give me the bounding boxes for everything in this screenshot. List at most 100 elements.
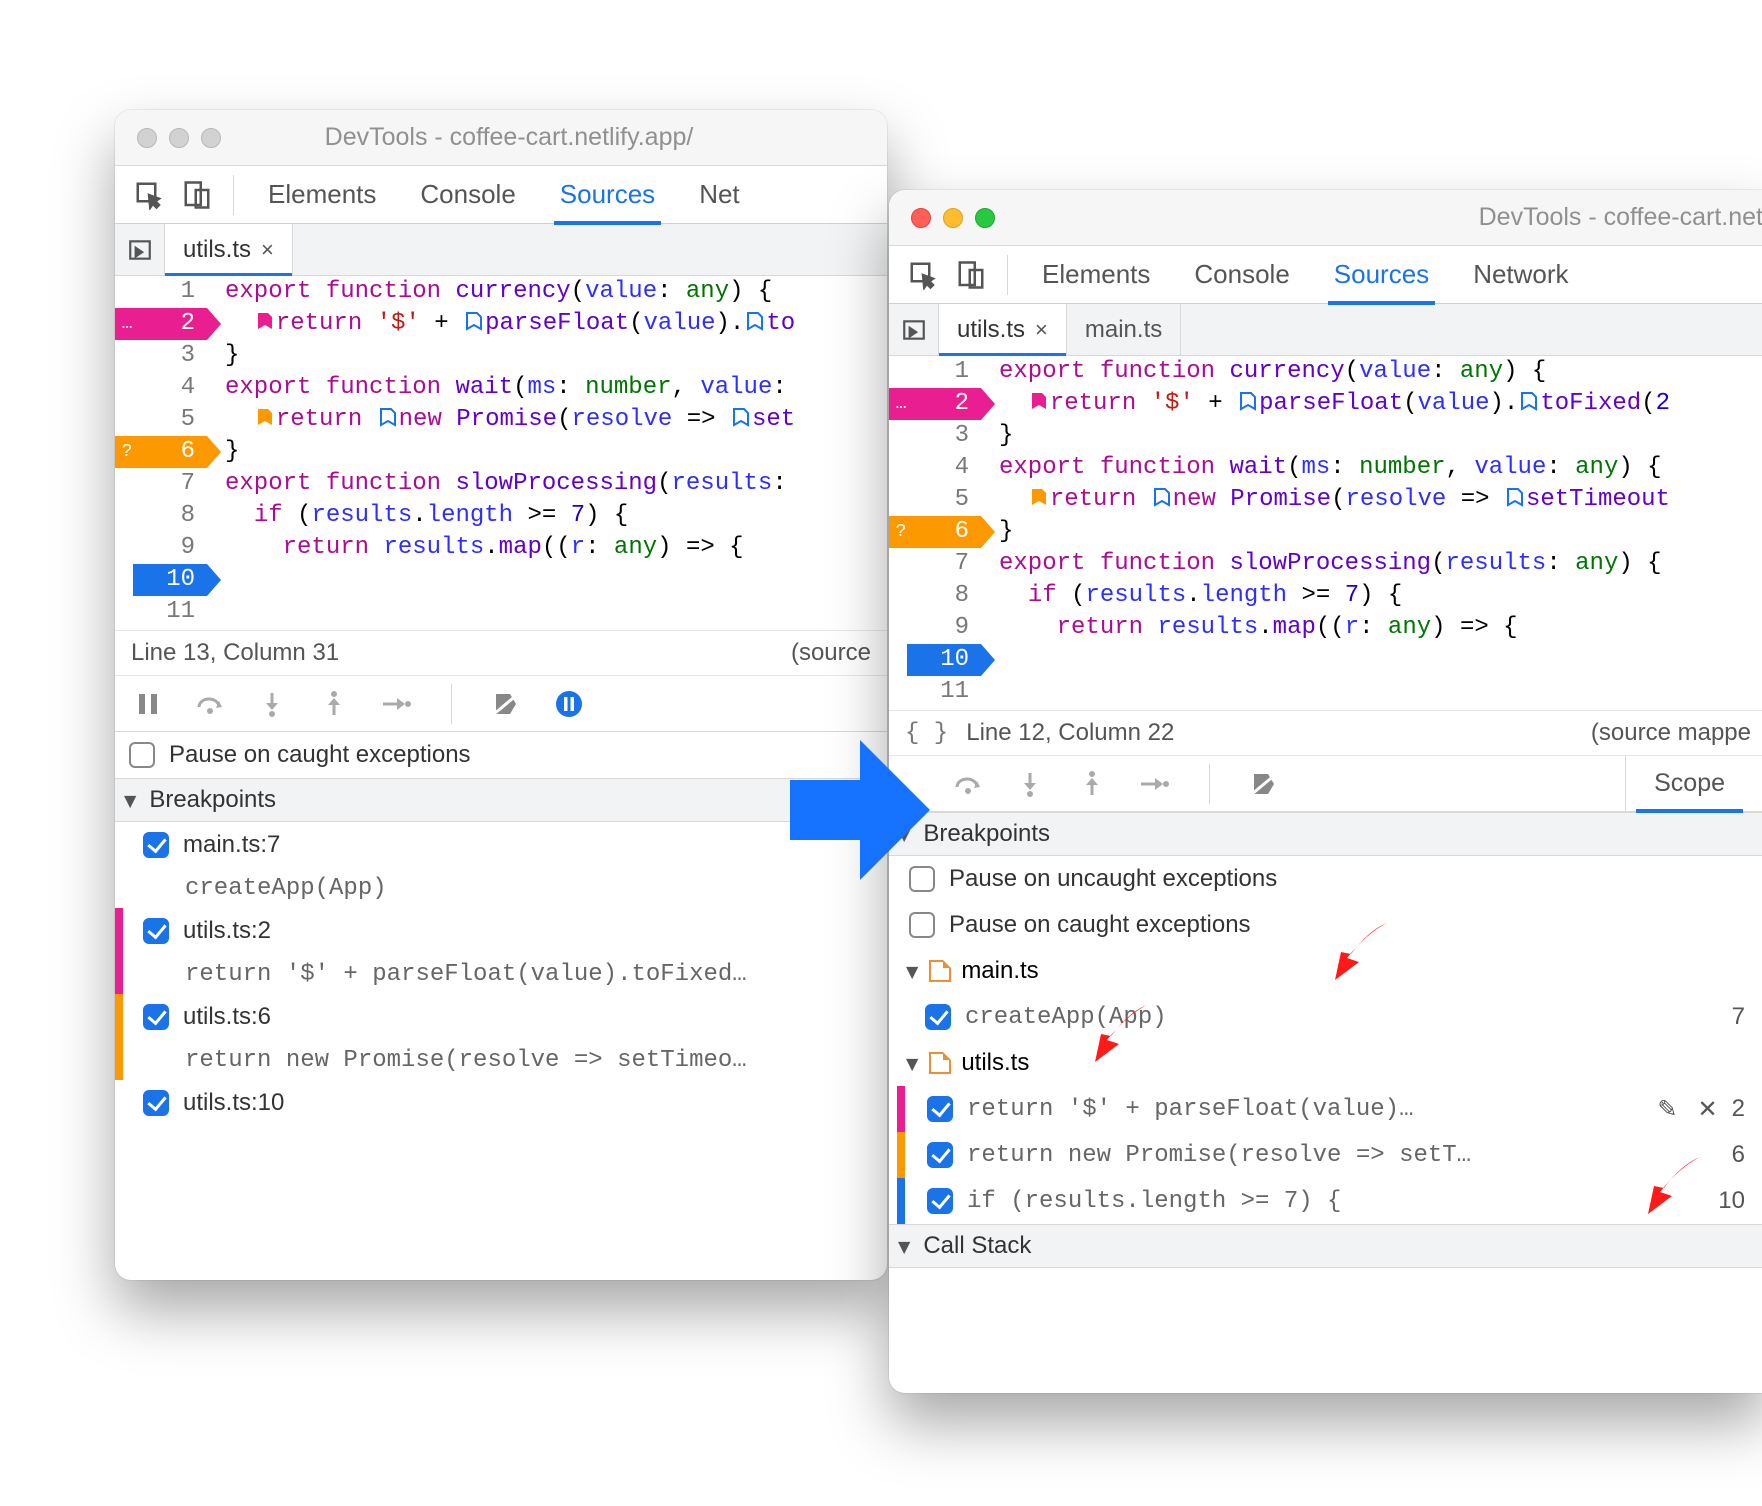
checkbox-unchecked[interactable] xyxy=(129,742,155,768)
tab-console[interactable]: Console xyxy=(1172,246,1311,304)
code-line[interactable]: return '$' + parseFloat(value).to xyxy=(225,308,887,340)
code-line[interactable]: } xyxy=(999,516,1762,548)
step-over-icon[interactable] xyxy=(949,765,987,803)
traffic-close-icon[interactable] xyxy=(137,128,157,148)
traffic-minimize-icon[interactable] xyxy=(943,208,963,228)
breakpoint-row[interactable]: createApp(App)7 xyxy=(889,994,1762,1040)
close-icon[interactable]: × xyxy=(261,237,274,263)
checkbox-checked[interactable] xyxy=(927,1142,953,1168)
traffic-lights[interactable] xyxy=(889,208,995,228)
line-number[interactable]: 10 xyxy=(133,564,207,596)
navigator-icon[interactable] xyxy=(115,224,165,275)
code-line[interactable]: return new Promise(resolve => setTimeout xyxy=(999,484,1762,516)
checkbox-checked[interactable] xyxy=(143,1004,169,1030)
code-line[interactable]: export function wait(ms: number, value: xyxy=(225,372,887,404)
pause-icon[interactable] xyxy=(129,685,167,723)
breakpoint-row[interactable]: utils.ts:10 xyxy=(115,1080,887,1126)
line-number[interactable]: 3 xyxy=(907,420,981,452)
code-line[interactable]: if (results.length >= 7) { xyxy=(999,580,1762,612)
traffic-minimize-icon[interactable] xyxy=(169,128,189,148)
traffic-zoom-icon[interactable] xyxy=(201,128,221,148)
inspect-icon[interactable] xyxy=(129,175,169,215)
bp-group-header[interactable]: utils.ts xyxy=(889,1040,1762,1086)
checkbox-checked[interactable] xyxy=(927,1096,953,1122)
checkbox-checked[interactable] xyxy=(143,1090,169,1116)
code-line[interactable]: return new Promise(resolve => set xyxy=(225,404,887,436)
breakpoint-row[interactable]: return '$' + parseFloat(value)…✎✕2 xyxy=(889,1086,1762,1132)
code-line[interactable]: return results.map((r: any) => { xyxy=(225,532,887,564)
pause-exceptions-icon[interactable] xyxy=(550,685,588,723)
breakpoint-row[interactable]: main.ts:7 xyxy=(115,822,887,868)
code-line[interactable]: export function slowProcessing(results: … xyxy=(999,548,1762,580)
scope-tab[interactable]: Scope xyxy=(1625,756,1753,812)
callstack-header[interactable]: Call Stack xyxy=(889,1224,1762,1268)
checkbox-checked[interactable] xyxy=(927,1188,953,1214)
line-number[interactable]: 9 xyxy=(133,532,207,564)
line-number[interactable]: 3 xyxy=(133,340,207,372)
file-tab[interactable]: utils.ts× xyxy=(165,224,293,275)
device-icon[interactable] xyxy=(177,175,217,215)
close-icon[interactable]: × xyxy=(1035,317,1048,343)
breakpoint-row[interactable]: if (results.length >= 7) {10 xyxy=(889,1178,1762,1224)
traffic-zoom-icon[interactable] xyxy=(975,208,995,228)
code-line[interactable]: } xyxy=(225,340,887,372)
step-out-icon[interactable] xyxy=(1073,765,1111,803)
file-tab[interactable]: utils.ts× xyxy=(939,304,1067,355)
device-icon[interactable] xyxy=(951,255,991,295)
line-number[interactable]: 5 xyxy=(133,404,207,436)
line-number[interactable]: 10 xyxy=(907,644,981,676)
code-editor[interactable]: 12…3456?7891011 export function currency… xyxy=(115,276,887,630)
titlebar[interactable]: DevTools - coffee-cart.net xyxy=(889,190,1762,246)
line-number[interactable]: 4 xyxy=(907,452,981,484)
step-over-icon[interactable] xyxy=(191,685,229,723)
navigator-icon[interactable] xyxy=(889,304,939,355)
line-number[interactable]: 9 xyxy=(907,612,981,644)
checkbox-unchecked[interactable] xyxy=(909,912,935,938)
code-line[interactable]: export function wait(ms: number, value: … xyxy=(999,452,1762,484)
line-number[interactable]: 6? xyxy=(133,436,207,468)
checkbox-checked[interactable] xyxy=(925,1004,951,1030)
line-number[interactable]: 7 xyxy=(907,548,981,580)
code-line[interactable]: export function currency(value: any) { xyxy=(225,276,887,308)
tab-elements[interactable]: Elements xyxy=(246,166,398,224)
code-line[interactable]: return results.map((r: any) => { xyxy=(999,612,1762,644)
step-into-icon[interactable] xyxy=(253,685,291,723)
titlebar[interactable]: DevTools - coffee-cart.netlify.app/ xyxy=(115,110,887,166)
pause-caught-row[interactable]: Pause on caught exceptions xyxy=(115,732,887,778)
line-number[interactable]: 11 xyxy=(133,596,207,628)
line-number[interactable]: 2… xyxy=(907,388,981,420)
line-number[interactable]: 1 xyxy=(907,356,981,388)
code-line[interactable]: } xyxy=(225,436,887,468)
line-number[interactable]: 5 xyxy=(907,484,981,516)
breakpoints-header[interactable]: Breakpoints xyxy=(115,778,887,822)
bp-group-header[interactable]: main.ts xyxy=(889,948,1762,994)
line-number[interactable]: 11 xyxy=(907,676,981,708)
line-number[interactable]: 8 xyxy=(133,500,207,532)
deactivate-breakpoints-icon[interactable] xyxy=(1246,765,1284,803)
breakpoint-row[interactable]: utils.ts:6 xyxy=(115,994,887,1040)
file-tab[interactable]: main.ts xyxy=(1067,304,1181,355)
delete-icon[interactable]: ✕ xyxy=(1698,1095,1718,1124)
inspect-icon[interactable] xyxy=(903,255,943,295)
checkbox-checked[interactable] xyxy=(143,832,169,858)
tab-network[interactable]: Network xyxy=(1451,246,1590,304)
deactivate-breakpoints-icon[interactable] xyxy=(488,685,526,723)
step-icon[interactable] xyxy=(1135,765,1173,803)
checkbox-checked[interactable] xyxy=(143,918,169,944)
tab-console[interactable]: Console xyxy=(398,166,537,224)
code-line[interactable]: if (results.length >= 7) { xyxy=(225,500,887,532)
breakpoint-row[interactable]: utils.ts:2 xyxy=(115,908,887,954)
line-number[interactable]: 8 xyxy=(907,580,981,612)
line-number[interactable]: 7 xyxy=(133,468,207,500)
edit-icon[interactable]: ✎ xyxy=(1657,1095,1677,1124)
code-line[interactable]: } xyxy=(999,420,1762,452)
traffic-close-icon[interactable] xyxy=(911,208,931,228)
pause-uncaught-row[interactable]: Pause on uncaught exceptions xyxy=(889,856,1762,902)
tab-elements[interactable]: Elements xyxy=(1020,246,1172,304)
step-icon[interactable] xyxy=(377,685,415,723)
line-number[interactable]: 1 xyxy=(133,276,207,308)
step-into-icon[interactable] xyxy=(1011,765,1049,803)
tab-net[interactable]: Net xyxy=(677,166,761,224)
breakpoints-header[interactable]: Breakpoints xyxy=(889,812,1762,856)
line-number[interactable]: 2… xyxy=(133,308,207,340)
